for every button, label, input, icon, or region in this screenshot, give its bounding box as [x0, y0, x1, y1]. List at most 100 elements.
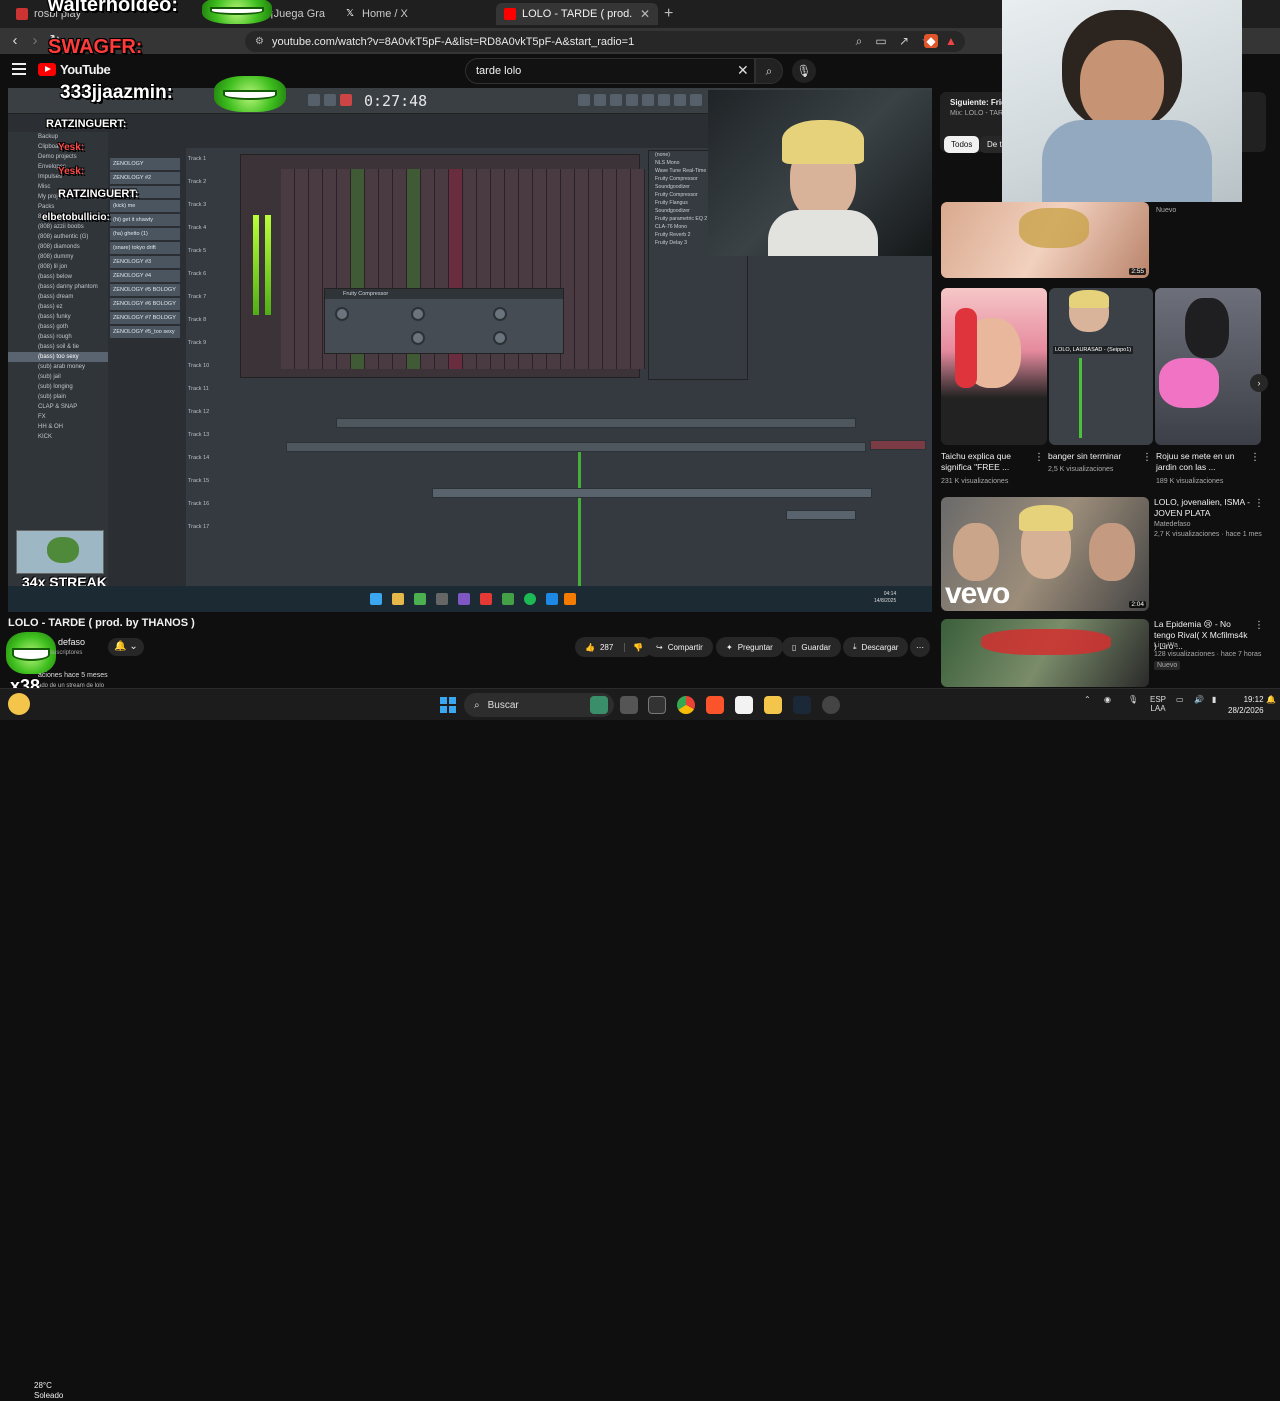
video-title[interactable]: LOLO, jovenalien, ISMA - JOVEN PLATA [1154, 497, 1250, 519]
zoom-icon[interactable]: ⌕ [852, 34, 866, 48]
mixer-channel-strip [617, 169, 631, 369]
epic-games-icon[interactable] [648, 696, 666, 714]
fl-browser-item: (sub) longing [38, 384, 73, 390]
more-actions-button[interactable]: ⋯ [910, 637, 930, 657]
fl-track-label: Track 10 [188, 363, 210, 369]
tab-juega[interactable]: ¡Juega Gra [262, 3, 330, 25]
more-options-icon[interactable]: ⋮ [1034, 452, 1044, 463]
short-title[interactable]: Rojuu se mete en un jardin con las ... [1156, 451, 1246, 473]
discord-icon[interactable]: ◉ [1104, 695, 1111, 704]
battery-icon[interactable]: ▮ [1212, 695, 1216, 704]
more-options-icon[interactable]: ⋮ [1250, 452, 1260, 463]
start-button-icon[interactable] [440, 697, 456, 713]
file-explorer-icon[interactable] [764, 696, 782, 714]
forward-button[interactable]: › [26, 32, 44, 49]
cast-icon[interactable]: ▭ [874, 34, 888, 48]
obs-icon[interactable] [822, 696, 840, 714]
search-button[interactable]: ⌕ [755, 58, 783, 84]
notification-bell-button[interactable]: 🔔 ⌄ [108, 638, 144, 656]
weather-widget[interactable]: 28°C Soleado [34, 1381, 63, 1401]
menu-icon[interactable] [12, 63, 26, 75]
volume-icon[interactable]: 🔊 [1194, 695, 1204, 704]
short-title[interactable]: Taichu explica que significa "FREE ... [941, 451, 1031, 473]
fl-browser-item: (sub) jail [38, 374, 61, 380]
fl-play-icon [308, 94, 320, 106]
video-thumbnail[interactable]: 2:55 [941, 202, 1149, 278]
site-info-icon[interactable]: ⚙ [255, 36, 264, 47]
next-shorts-button[interactable]: › [1250, 374, 1268, 392]
store-icon[interactable] [735, 696, 753, 714]
fl-browser-panel: Backup Clipboard Demo projects Envelopes Imp… [8, 132, 108, 588]
network-icon[interactable]: ▭ [1176, 695, 1184, 704]
share-icon[interactable]: ↗ [897, 34, 911, 48]
brave-icon[interactable] [706, 696, 724, 714]
share-button[interactable]: ↪ Compartir [646, 637, 713, 657]
microphone-icon[interactable]: 🎙 [1128, 695, 1138, 704]
short-title[interactable]: banger sin terminar [1048, 451, 1140, 462]
fl-tool-icon [610, 94, 622, 106]
ask-button[interactable]: ✦ Preguntar [716, 637, 783, 657]
fl-browser-item: (bass) too sexy [8, 352, 108, 362]
video-thumbnail[interactable] [941, 619, 1149, 687]
tray-chevron-icon[interactable]: ⌃ [1084, 695, 1091, 704]
task-view-icon[interactable] [620, 696, 638, 714]
fl-channel: ZENOLOGY #3 [110, 256, 180, 268]
search-input[interactable] [476, 65, 726, 77]
fl-browser-item: (808) authentic (G) [38, 234, 89, 240]
language-indicator[interactable]: ESP LAA [1150, 695, 1166, 713]
fl-browser-item: (808) diamonds [38, 244, 80, 250]
back-button[interactable]: ‹ [6, 32, 24, 49]
fl-track-label: Track 17 [188, 524, 210, 530]
short-thumbnail[interactable] [1155, 288, 1261, 445]
close-tab-icon[interactable]: ✕ [640, 7, 650, 21]
taskbar-clock[interactable]: 19:12 28/2/2026 [1228, 694, 1264, 716]
gain-knob [493, 307, 507, 321]
brave-rewards-icon[interactable]: ▲ [944, 34, 958, 48]
chat-name: elbetobullicio: [42, 212, 110, 223]
download-button[interactable]: ⤓ Descargar [843, 637, 909, 657]
midi-clip [336, 418, 856, 428]
yellow-cap [782, 120, 864, 164]
fl-browser-item: (bass) goth [38, 324, 69, 330]
copilot-icon[interactable] [590, 696, 608, 714]
notifications-icon[interactable]: 🔔 [1266, 695, 1276, 704]
video-player[interactable]: 0:27:48 Backup Clipboard Demo projects Enve… [8, 88, 932, 612]
mixer-channel-strip [575, 169, 589, 369]
chat-name: SWAGFR: [48, 36, 143, 58]
fl-tool-icon [690, 94, 702, 106]
laugh-emote [202, 0, 272, 24]
fl-tool-icon [674, 94, 686, 106]
fl-track-label: Track 15 [188, 478, 210, 484]
more-options-icon[interactable]: ⋮ [1254, 620, 1264, 631]
channel-name[interactable]: defaso [58, 637, 85, 647]
face [1080, 40, 1164, 130]
laugh-emote [214, 76, 286, 112]
tab-x-home[interactable]: 𝕏 Home / X [336, 3, 486, 25]
mixer-channel-strip [281, 169, 295, 369]
voice-search-button[interactable]: 🎙 [792, 59, 816, 83]
more-options-icon[interactable]: ⋮ [1254, 498, 1264, 509]
laugh-emote [6, 632, 56, 674]
fl-browser-item: (sub) plain [38, 394, 67, 400]
level-meter [253, 215, 259, 315]
thumbs-down-icon[interactable]: 👎 [624, 642, 643, 652]
fl-channel: (hi) get it shawty [110, 214, 180, 226]
mixer-channel-strip [631, 169, 645, 369]
clear-search-icon[interactable]: ✕ [737, 62, 749, 79]
chrome-icon[interactable] [677, 696, 695, 714]
like-button[interactable]: 👍 287 👎 [575, 637, 654, 657]
steam-icon[interactable] [793, 696, 811, 714]
youtube-logo[interactable]: YouTube [38, 62, 111, 77]
brave-shield-icon[interactable]: ◆ [924, 34, 938, 48]
ratio-knob [411, 307, 425, 321]
hoodie [1042, 120, 1212, 202]
new-tab-button[interactable]: + [664, 5, 673, 23]
fl-channel: ZENOLOGY [110, 158, 180, 170]
save-button[interactable]: ▯ Guardar [782, 637, 841, 657]
more-options-icon[interactable]: ⋮ [1142, 452, 1152, 463]
video-thumbnail[interactable]: vevo 2:04 [941, 497, 1149, 611]
short-thumbnail[interactable] [941, 288, 1047, 445]
tab-lolo-tarde[interactable]: LOLO - TARDE ( prod. by THA ✕ [496, 3, 658, 25]
chip-todos[interactable]: Todos [944, 136, 980, 153]
short-thumbnail[interactable]: LOLO, LAURASAD - (Seippo1) [1049, 288, 1153, 445]
